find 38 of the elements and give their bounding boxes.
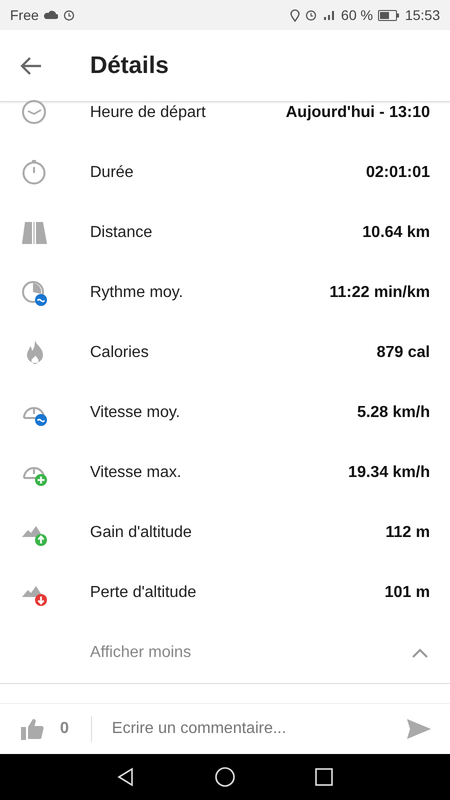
stat-label: Vitesse max. xyxy=(90,464,182,482)
stat-value: 19.34 km/h xyxy=(348,464,430,482)
stat-value: 10.64 km xyxy=(362,224,430,242)
stat-label: Vitesse moy. xyxy=(90,404,182,422)
stat-label: Perte d'altitude xyxy=(90,584,198,602)
clock-time: 15:53 xyxy=(404,7,440,23)
stat-label: Distance xyxy=(90,224,154,242)
stat-label: Rythme moy. xyxy=(90,284,184,302)
stat-value: Aujourd'hui - 13:10 xyxy=(286,104,430,122)
page-title: Détails xyxy=(90,52,169,80)
cloud-icon xyxy=(44,10,58,20)
carrier-name: Free xyxy=(10,7,39,23)
alarm-icon xyxy=(62,9,75,21)
stat-value: 101 m xyxy=(384,584,430,602)
stat-value: 112 m xyxy=(386,524,430,542)
signal-icon xyxy=(322,9,336,21)
home-icon[interactable] xyxy=(214,766,236,788)
show-less-link[interactable]: Afficher moins xyxy=(90,644,192,662)
like-count: 0 xyxy=(60,720,69,738)
chevron-icon[interactable] xyxy=(412,648,428,658)
stat-label: Durée xyxy=(90,164,135,182)
stat-label: Heure de départ xyxy=(90,104,207,122)
thumbs-up-icon[interactable] xyxy=(20,716,46,742)
stopwatch-icon xyxy=(20,278,50,308)
stat-label: Gain d'altitude xyxy=(90,524,193,542)
battery-icon xyxy=(378,10,400,20)
stat-value: 879 cal xyxy=(376,344,430,362)
recents-icon[interactable] xyxy=(314,767,334,787)
stat-value: 5.28 km/h xyxy=(357,404,430,422)
comment-field[interactable]: Ecrire un commentaire... xyxy=(110,719,406,739)
alarm-icon xyxy=(305,9,318,21)
battery-percent: 60 % xyxy=(341,7,373,23)
stat-label: Calories xyxy=(90,344,150,362)
stat-value: 02:01:01 xyxy=(366,164,430,182)
location-icon xyxy=(290,8,300,22)
back-icon[interactable] xyxy=(116,767,136,787)
stat-value: 11:22 min/km xyxy=(330,284,430,302)
back-arrow-icon[interactable] xyxy=(20,56,42,74)
